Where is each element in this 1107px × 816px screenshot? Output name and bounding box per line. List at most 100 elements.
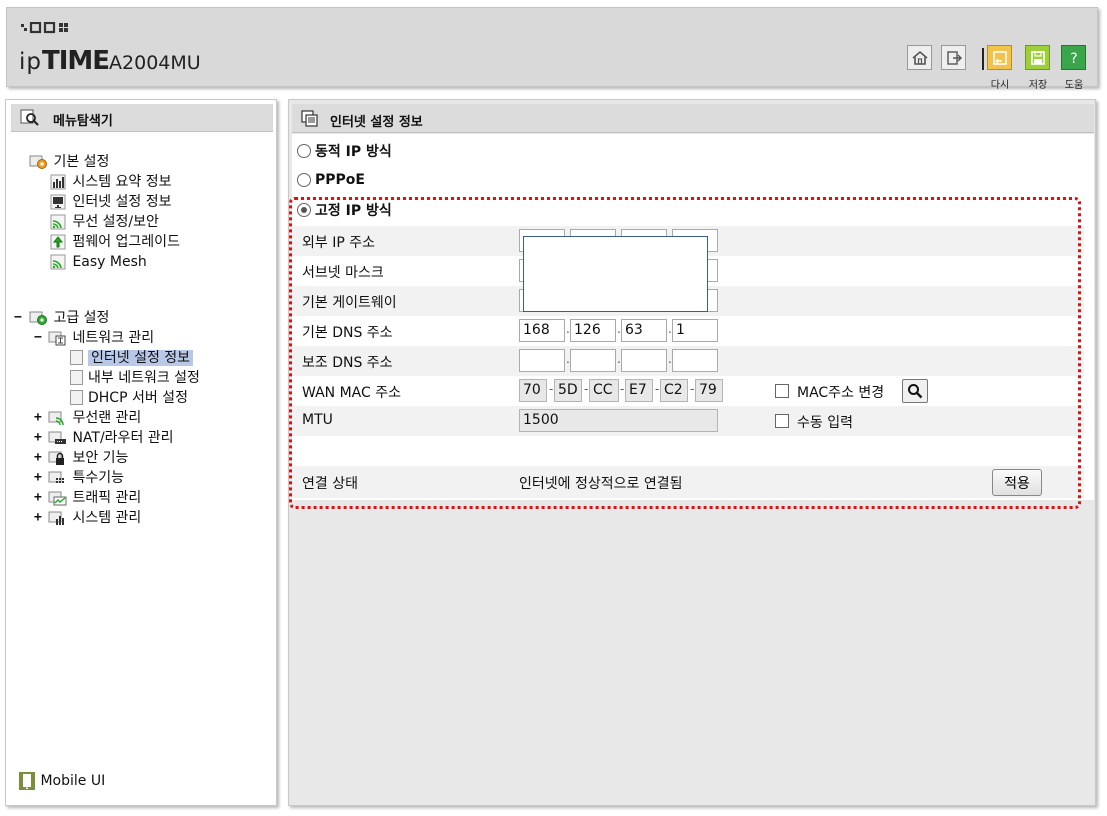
tree-internal-network[interactable]: 내부 네트워크 설정 (70, 368, 200, 388)
radio-button[interactable] (297, 144, 311, 158)
home-button[interactable] (907, 45, 932, 70)
tree-easy-mesh[interactable]: Easy Mesh (50, 252, 147, 272)
mode-label: 동적 IP 방식 (315, 144, 392, 160)
tree-item-label-selected: 인터넷 설정 정보 (88, 350, 194, 366)
retry-label: 다시 (990, 80, 1010, 91)
grid-folder-icon (48, 471, 64, 483)
tree-traffic-expand[interactable]: + (34, 488, 44, 508)
mac-search-button[interactable] (902, 379, 928, 403)
tree-item-label: 무선 설정/보안 (72, 214, 159, 230)
tree-advanced-collapse[interactable]: − (14, 308, 24, 328)
internet-settings-form: 동적 IP 방식 PPPoE 고정 IP 방식 외부 IP 주소 서브넷 마스크 (292, 134, 1094, 500)
subnet-mask-label: 서브넷 마스크 (302, 265, 384, 281)
tree-system-expand[interactable]: + (34, 508, 44, 528)
dash-separator: - (549, 382, 554, 396)
dash-separator: - (655, 382, 660, 396)
main-panel-title: 인터넷 설정 정보 (330, 115, 423, 130)
primary-dns-octet-2[interactable]: 126 (570, 319, 616, 342)
mode-static-ip[interactable]: 고정 IP 방식 (297, 199, 392, 221)
tree-security-expand[interactable]: + (34, 448, 44, 468)
save-label: 저장 (1028, 80, 1048, 91)
tree-item-label: Easy Mesh (72, 254, 147, 270)
row-mtu: MTU 1500 수동 입력 (292, 406, 1084, 436)
menu-explorer-header: 메뉴탐색기 (11, 104, 273, 132)
apply-button[interactable]: 적용 (992, 469, 1042, 496)
save-button[interactable] (1025, 45, 1050, 70)
retry-button[interactable] (987, 45, 1012, 70)
tree-dhcp-server[interactable]: DHCP 서버 설정 (70, 388, 188, 408)
tree-wireless-lan[interactable]: 무선랜 관리 (48, 408, 141, 428)
mtu-label: MTU (302, 412, 333, 428)
mobile-ui-label: Mobile UI (40, 773, 106, 789)
magnifier-icon (908, 384, 923, 399)
folder-settings-icon (29, 155, 47, 169)
manual-input-checkbox[interactable] (775, 414, 789, 428)
mobile-ui-link[interactable]: Mobile UI (18, 771, 105, 791)
tree-traffic[interactable]: 트래픽 관리 (48, 488, 141, 508)
bar-chart-folder-icon (48, 511, 64, 525)
help-label: 도움 (1064, 80, 1084, 91)
mobile-phone-icon (19, 772, 35, 790)
tree-firmware-upgrade[interactable]: 펌웨어 업그레이드 (50, 232, 180, 252)
mode-label: PPPoE (315, 172, 365, 188)
tree-nat-expand[interactable]: + (34, 428, 44, 448)
tree-internet-info-basic[interactable]: 인터넷 설정 정보 (50, 192, 172, 212)
tree-internet-info[interactable]: 인터넷 설정 정보 (70, 348, 194, 368)
wan-mac-octet-1: 70 (519, 379, 547, 402)
logout-icon (946, 50, 962, 65)
wan-mac-octet-5: C2 (660, 379, 688, 402)
dash-separator: - (690, 382, 695, 396)
wifi-icon (50, 214, 66, 230)
wan-mac-octet-6: 79 (695, 379, 723, 402)
upgrade-icon (50, 234, 66, 250)
tree-nat-router[interactable]: NAT/라우터 관리 (48, 428, 174, 448)
tree-item-label: 내부 네트워크 설정 (88, 370, 200, 386)
tree-network-collapse[interactable]: − (34, 328, 44, 348)
radio-button[interactable] (297, 173, 311, 187)
tree-system-management[interactable]: 시스템 관리 (48, 508, 141, 528)
mode-dynamic-ip[interactable]: 동적 IP 방식 (297, 140, 392, 162)
tree-advanced-settings[interactable]: 고급 설정 (29, 308, 109, 328)
secondary-dns-octet-4[interactable] (672, 349, 718, 372)
tree-security[interactable]: 보안 기능 (48, 448, 128, 468)
undo-icon (992, 50, 1007, 65)
tree-advanced-label: 고급 설정 (53, 310, 110, 326)
page-icon (70, 389, 83, 405)
primary-dns-octet-3[interactable]: 63 (621, 319, 667, 342)
wan-mac-octet-4: E7 (625, 379, 653, 402)
brand-logo: ipTIMEA2004MU (19, 46, 201, 76)
lock-folder-icon (48, 451, 64, 465)
radio-button-selected[interactable] (297, 203, 311, 217)
help-button[interactable]: ? (1061, 45, 1086, 70)
tree-system-summary[interactable]: 시스템 요약 정보 (50, 172, 172, 192)
tree-network-label: 네트워크 관리 (72, 330, 155, 346)
page-icon (70, 369, 83, 385)
mode-pppoe[interactable]: PPPoE (297, 169, 365, 191)
tree-wireless-expand[interactable]: + (34, 408, 44, 428)
menu-explorer-panel: 메뉴탐색기 기본 설정 시스템 요약 정보 인터넷 설정 정보 무선 설정/보안… (5, 99, 277, 806)
row-primary-dns: 기본 DNS 주소 168 . 126 . 63 . 1 (292, 316, 1084, 346)
chart-icon (50, 174, 66, 190)
tree-basic-settings[interactable]: 기본 설정 (29, 152, 109, 172)
row-wan-mac: WAN MAC 주소 70 - 5D - CC - E7 - C2 - 79 M… (292, 376, 1084, 406)
home-icon (911, 50, 928, 65)
tree-special-expand[interactable]: + (34, 468, 44, 488)
secondary-dns-octet-3[interactable] (621, 349, 667, 372)
monitor-icon (50, 194, 66, 210)
row-secondary-dns: 보조 DNS 주소 . . . (292, 346, 1084, 376)
secondary-dns-octet-1[interactable] (519, 349, 565, 372)
tree-wireless-security[interactable]: 무선 설정/보안 (50, 212, 159, 232)
tree-special-features[interactable]: 특수기능 (48, 468, 124, 488)
primary-dns-octet-1[interactable]: 168 (519, 319, 565, 342)
logout-button[interactable] (941, 45, 966, 70)
secondary-dns-octet-2[interactable] (570, 349, 616, 372)
mac-change-label: MAC주소 변경 (797, 385, 885, 401)
iptime-dot-logo (21, 21, 91, 40)
mac-change-checkbox[interactable] (775, 384, 789, 398)
primary-dns-octet-4[interactable]: 1 (672, 319, 718, 342)
row-spacer (292, 436, 1084, 466)
tree-network-management[interactable]: 네트워크 관리 (48, 328, 154, 348)
dash-separator: - (584, 382, 589, 396)
help-icon: ? (1070, 51, 1077, 67)
header-divider (982, 48, 984, 70)
